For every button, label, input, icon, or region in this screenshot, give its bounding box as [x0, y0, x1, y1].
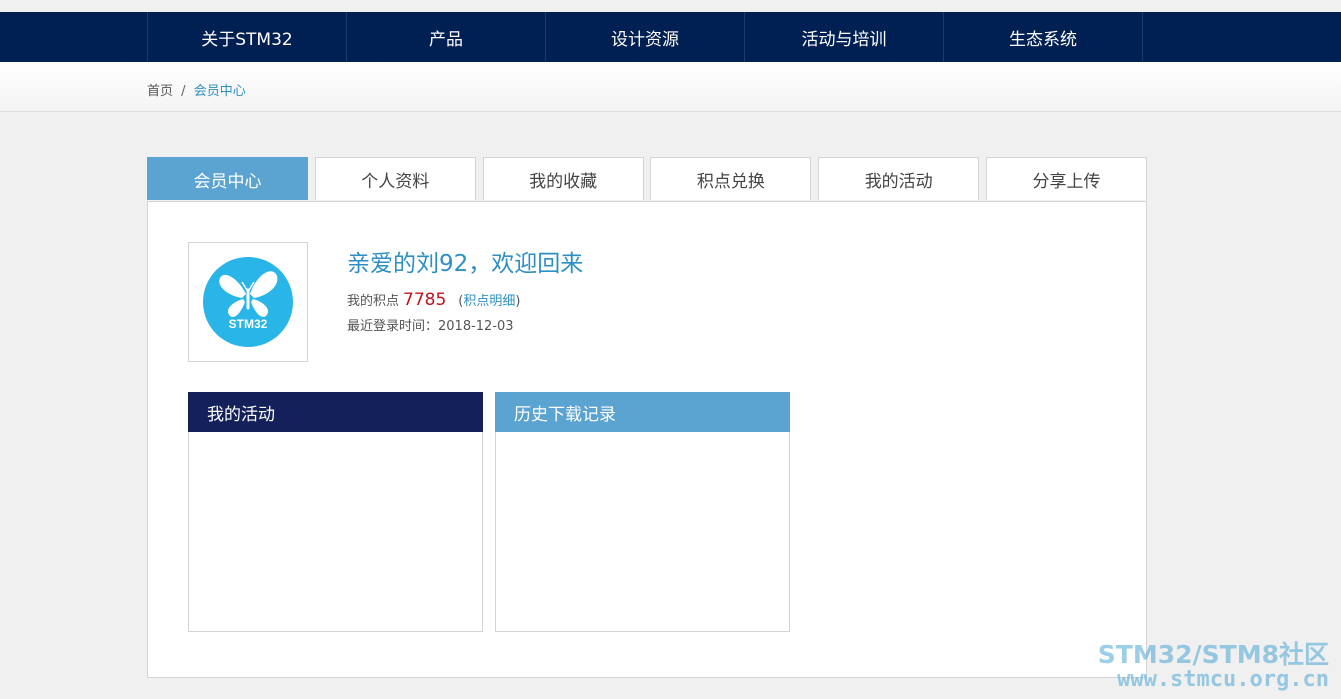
- nav-item-about-stm32[interactable]: 关于STM32: [148, 12, 347, 62]
- nav-item-ecosystem[interactable]: 生态系统: [944, 12, 1143, 62]
- download-history-box: 历史下载记录: [495, 392, 790, 632]
- watermark-url: www.stmcu.org.cn: [1117, 666, 1329, 692]
- points-detail-link[interactable]: 积点明细: [463, 290, 515, 309]
- points-line: 我的积点 7785 ( 积点明细 ): [347, 290, 520, 310]
- my-activities-header: 我的活动: [188, 392, 483, 432]
- points-link-close-paren: ): [515, 294, 521, 309]
- top-navigation-bar: 关于STM32 产品 设计资源 活动与培训 生态系统: [0, 12, 1341, 62]
- welcome-heading: 亲爱的刘92，欢迎回来: [347, 251, 584, 277]
- my-activities-box: 我的活动: [188, 392, 483, 632]
- avatar: STM32: [188, 242, 308, 362]
- avatar-logo-text: STM32: [229, 317, 268, 331]
- top-navigation: 关于STM32 产品 设计资源 活动与培训 生态系统: [147, 12, 1143, 62]
- member-center-panel: STM32 亲爱的刘92，欢迎回来 我的积点 7785 ( 积点明细 ) 最近登…: [147, 201, 1147, 678]
- breadcrumb-band: 首页 / 会员中心: [0, 62, 1341, 112]
- download-history-header: 历史下载记录: [495, 392, 790, 432]
- tab-share-upload[interactable]: 分享上传: [985, 157, 1147, 200]
- tab-my-activities[interactable]: 我的活动: [818, 157, 980, 200]
- nav-item-products[interactable]: 产品: [347, 12, 546, 62]
- member-tabs: 会员中心 个人资料 我的收藏 积点兑换 我的活动 分享上传: [147, 157, 1147, 201]
- tab-points-exchange[interactable]: 积点兑换: [650, 157, 812, 200]
- points-label: 我的积点: [347, 294, 400, 309]
- breadcrumb: 首页 / 会员中心: [147, 80, 246, 99]
- breadcrumb-current[interactable]: 会员中心: [194, 84, 246, 99]
- last-login-text: 最近登录时间：2018-12-03: [347, 319, 514, 334]
- breadcrumb-separator: /: [181, 84, 186, 99]
- site-watermark: STM32/STM8社区 www.stmcu.org.cn: [1097, 639, 1329, 692]
- nav-item-design-resources[interactable]: 设计资源: [546, 12, 745, 62]
- tab-profile[interactable]: 个人资料: [314, 157, 476, 200]
- tab-member-center[interactable]: 会员中心: [147, 157, 308, 200]
- stm32-butterfly-logo-icon: STM32: [203, 257, 293, 347]
- tab-favorites[interactable]: 我的收藏: [482, 157, 644, 200]
- watermark-title: STM32/STM8社区: [1097, 639, 1329, 669]
- page: 关于STM32 产品 设计资源 活动与培训 生态系统 首页 / 会员中心 会员中…: [0, 0, 1341, 699]
- nav-item-events-training[interactable]: 活动与培训: [745, 12, 944, 62]
- breadcrumb-home-link[interactable]: 首页: [147, 84, 173, 99]
- points-value: 7785: [403, 290, 447, 310]
